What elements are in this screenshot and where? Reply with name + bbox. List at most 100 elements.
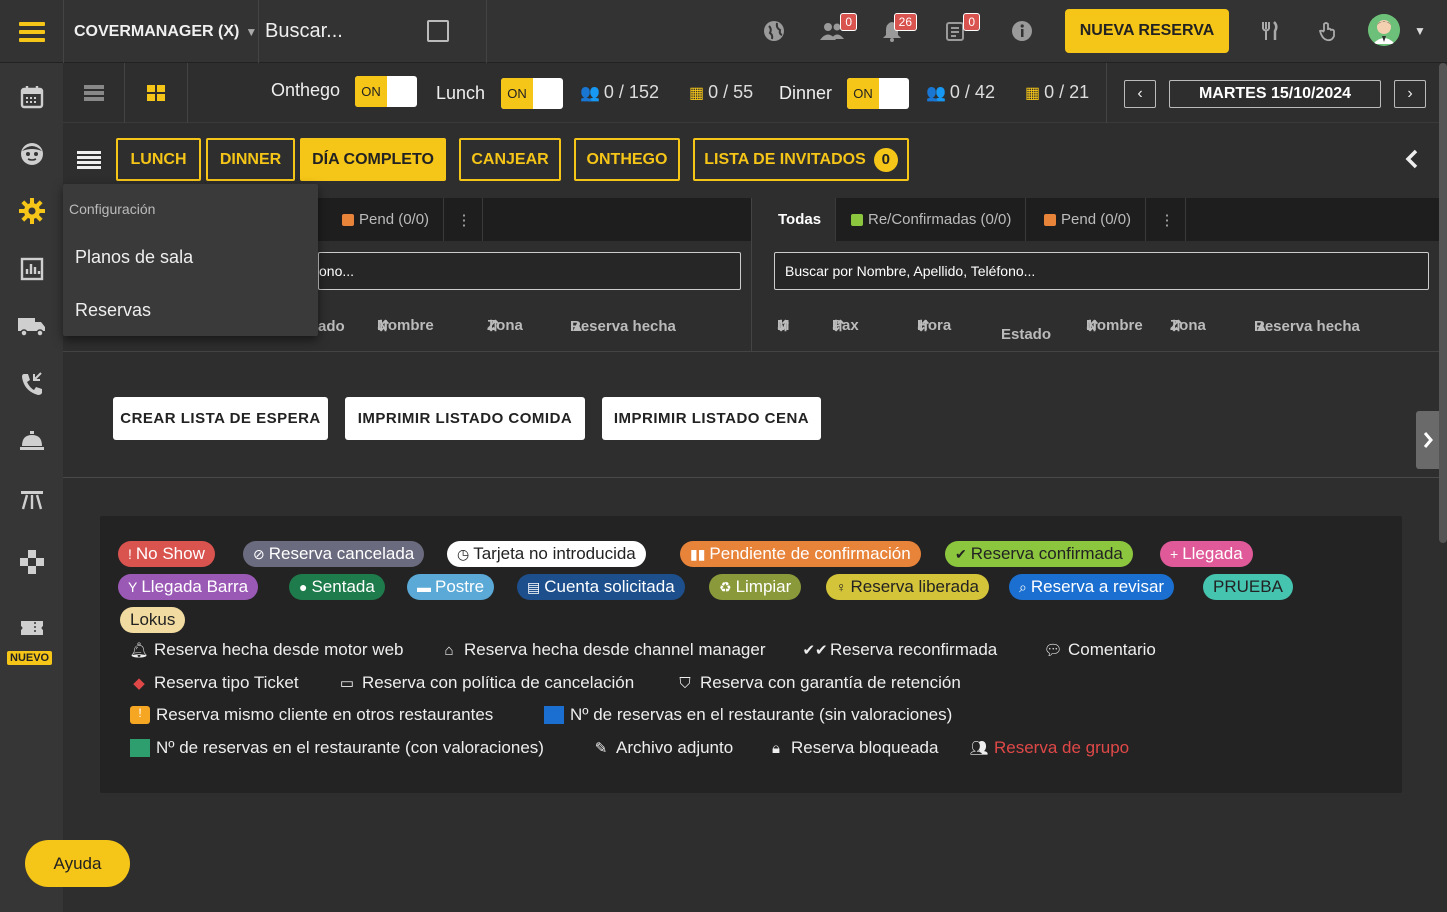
legend-chip-label: Pendiente de confirmación [709, 544, 911, 563]
users-badge: 0 [840, 13, 857, 31]
legend-con-valoraciones-label: Nº de reservas en el restaurante (con va… [156, 738, 544, 757]
delivery-truck-icon[interactable] [0, 304, 63, 348]
menu-item-planos-de-sala[interactable]: Planos de sala [75, 247, 193, 268]
global-search[interactable]: Buscar... [259, 0, 487, 63]
service-bell-icon[interactable] [0, 419, 63, 463]
integrations-icon[interactable] [0, 540, 63, 584]
tab-pending[interactable]: Pend (0/0) [328, 198, 445, 241]
info-icon[interactable] [1005, 14, 1039, 48]
legend-chip: ▤ Cuenta solicitada [517, 574, 685, 600]
gear-icon[interactable] [0, 189, 63, 233]
tab-todas[interactable]: Todas [764, 198, 837, 241]
legend-ticket-label: Reserva tipo Ticket [154, 673, 299, 692]
date-selector[interactable]: MARTES 15/10/2024 [1169, 80, 1381, 108]
scrollbar[interactable] [1439, 63, 1447, 543]
column-nombre[interactable]: Nombre ⇵ [1086, 317, 1143, 335]
requests-icon[interactable]: 0 [938, 13, 980, 48]
legend-chip-icon: ▤ [527, 578, 541, 595]
touch-icon[interactable] [1310, 14, 1344, 48]
search-label: Buscar... [265, 20, 343, 42]
guest-list-label: LISTA DE INVITADOS [704, 150, 866, 168]
menu-icon[interactable] [0, 0, 63, 63]
globe-icon[interactable] [757, 14, 791, 48]
legend-archivo: ✎ Archivo adjunto [592, 738, 733, 758]
green-square-icon [130, 739, 150, 757]
calendar-icon[interactable] [0, 75, 63, 119]
print-dinner-list-button[interactable]: IMPRIMIR LISTADO CENA [602, 397, 821, 440]
tab-confirmed[interactable]: Re/Confirmadas (0/0) [837, 198, 1027, 241]
previous-day-button[interactable]: ‹ [1124, 80, 1156, 108]
onthego-toggle[interactable]: ON [355, 76, 417, 107]
filter-canjear-button[interactable]: CANJEAR [459, 138, 561, 181]
guest-list-button[interactable]: LISTA DE INVITADOS 0 [693, 138, 909, 181]
column-reserva-hecha[interactable]: Reserva hecha ▲ [1254, 318, 1360, 335]
legend-comentario-label: Comentario [1068, 640, 1156, 659]
ticket-icon[interactable] [0, 606, 63, 650]
tab-pending[interactable]: Pend (0/0) [1030, 198, 1147, 241]
legend-chip: ▮▮ Pendiente de confirmación [680, 541, 921, 567]
status-legend: ! No Show ⊘ Reserva cancelada ◷ Tarjeta no in… [100, 516, 1402, 793]
bell-icon[interactable]: 26 [875, 13, 917, 48]
column-estado-fragment[interactable]: ado [318, 318, 345, 335]
users-icon[interactable]: 0 [815, 13, 857, 48]
statistics-icon[interactable] [0, 247, 63, 291]
dinner-toggle[interactable]: ON [847, 78, 909, 109]
restaurant-selector[interactable]: COVERMANAGER (X) ▼ [63, 0, 259, 63]
comment-icon: 💬︎ [1043, 642, 1063, 659]
column-nombre[interactable]: Nombre ⇵ [377, 317, 434, 335]
column-reserva-hecha[interactable]: Reserva hecha ▲ [570, 318, 676, 335]
legend-chip-label: Llegada Barra [141, 577, 249, 596]
next-day-button[interactable]: › [1394, 80, 1426, 108]
tab-more-icon[interactable]: ⋮ [446, 198, 483, 241]
create-waitlist-button[interactable]: CREAR LISTA DE ESPERA [113, 397, 328, 440]
column-nombre-label: Nombre [377, 317, 434, 334]
phone-call-icon[interactable] [0, 362, 63, 406]
grid-view-icon[interactable] [125, 63, 188, 123]
lunch-toggle[interactable]: ON [501, 78, 563, 109]
double-check-icon: ✔✔ [802, 642, 828, 659]
collapse-panel-icon[interactable] [1404, 148, 1420, 176]
column-hora[interactable]: Hora ⇵ [917, 317, 951, 335]
legend-motor-web: 🔔︎ Reserva hecha desde motor web [129, 640, 403, 660]
account-chevron-down-icon[interactable]: ▼ [1414, 24, 1426, 38]
search-checkbox[interactable] [427, 20, 449, 42]
avatar[interactable] [1368, 14, 1400, 46]
filter-dinner-button[interactable]: DINNER [206, 138, 295, 181]
tab-confirmed-label: Re/Confirmadas (0/0) [868, 211, 1012, 228]
left-search-input[interactable]: ono... [318, 252, 741, 290]
print-lunch-list-button[interactable]: IMPRIMIR LISTADO COMIDA [345, 397, 585, 440]
divider [63, 477, 1439, 478]
divider [1106, 63, 1107, 123]
legend-chip: ▬ Postre [407, 574, 495, 600]
column-zona[interactable]: Zona ⇵ [1170, 317, 1206, 335]
expand-panel-handle[interactable] [1416, 411, 1440, 469]
column-zona[interactable]: Zona ⇵ [487, 317, 523, 335]
tab-more-icon[interactable]: ⋮ [1149, 198, 1186, 241]
column-m[interactable]: M ⇵ [777, 317, 790, 335]
legend-chip-icon: ♀ [836, 579, 847, 595]
column-pax[interactable]: Pax ⇵ [832, 317, 859, 335]
legend-chip: ⊘ Reserva cancelada [243, 541, 425, 567]
legend-chip: ♀ Reserva liberada [826, 574, 990, 600]
legend-mismo-cliente: ! Reserva mismo cliente en otros restaura… [130, 705, 493, 725]
dinner-pax-value: 0 / 42 [949, 82, 995, 102]
legend-chip-icon: ! [128, 546, 132, 562]
help-button[interactable]: Ayuda [25, 840, 130, 887]
chevron-down-icon: ▼ [245, 24, 258, 39]
legend-chip-icon: ♻ [719, 578, 732, 595]
legend-chip-label: Cuenta solicitada [544, 577, 675, 596]
filter-menu-icon[interactable] [77, 151, 101, 174]
column-estado-label: Estado [1001, 326, 1052, 343]
confirmed-color-swatch [851, 213, 863, 226]
table-icon[interactable] [0, 478, 63, 522]
filter-lunch-button[interactable]: LUNCH [116, 138, 201, 181]
restaurant-cutlery-icon[interactable] [1252, 14, 1286, 48]
filter-full-day-button[interactable]: DÍA COMPLETO [300, 138, 446, 181]
menu-item-reservas[interactable]: Reservas [75, 300, 151, 321]
customer-face-icon[interactable] [0, 132, 63, 176]
group-icon: 👥︎ [969, 740, 989, 757]
filter-onthego-button[interactable]: ONTHEGO [574, 138, 680, 181]
new-reservation-button[interactable]: NUEVA RESERVA [1065, 9, 1229, 53]
right-search-input[interactable]: Buscar por Nombre, Apellido, Teléfono... [774, 252, 1429, 290]
list-view-icon[interactable] [63, 63, 125, 123]
